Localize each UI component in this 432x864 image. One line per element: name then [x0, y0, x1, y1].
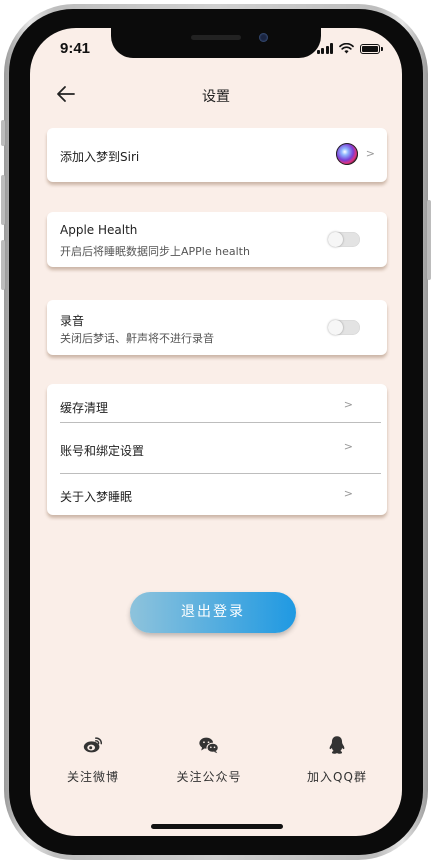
status-icons: [316, 43, 383, 54]
follow-wechat-label: 关注公众号: [176, 770, 242, 784]
join-qq-group-button[interactable]: 加入QQ群: [282, 734, 392, 785]
battery-icon: [360, 44, 383, 54]
menu-item-about[interactable]: 关于入梦睡眠 >: [47, 474, 387, 515]
volume-down-button: [1, 240, 5, 290]
join-qq-group-label: 加入QQ群: [307, 770, 367, 784]
screen: 9:41 设置 添加入梦到Siri > Apple Health 开启后将睡眠数…: [30, 28, 402, 836]
settings-menu: 缓存清理 > 账号和绑定设置 > 关于入梦睡眠 >: [47, 384, 387, 515]
recording-subtitle: 关闭后梦话、鼾声将不进行录音: [60, 332, 214, 345]
notch: [111, 28, 321, 58]
siri-row[interactable]: 添加入梦到Siri >: [47, 128, 387, 182]
recording-title: 录音: [60, 314, 85, 328]
mute-switch: [1, 120, 5, 146]
chevron-right-icon: >: [343, 487, 353, 500]
menu-item-account-binding[interactable]: 账号和绑定设置 >: [47, 423, 387, 473]
logout-button[interactable]: 退出登录: [130, 592, 296, 633]
page-title: 设置: [202, 89, 230, 105]
recording-toggle[interactable]: [328, 320, 360, 335]
follow-wechat-button[interactable]: 关注公众号: [154, 734, 264, 785]
speaker: [191, 35, 241, 40]
menu-item-label: 关于入梦睡眠: [60, 490, 133, 504]
cellular-signal-icon: [316, 43, 333, 54]
siri-row-label: 添加入梦到Siri: [60, 150, 140, 164]
follow-weibo-button[interactable]: 关注微博: [38, 734, 148, 785]
chevron-right-icon: >: [343, 440, 353, 453]
recording-row: 录音 关闭后梦话、鼾声将不进行录音: [47, 300, 387, 355]
wechat-icon: [199, 737, 219, 754]
apple-health-toggle[interactable]: [328, 232, 360, 247]
apple-health-subtitle: 开启后将睡眠数据同步上APPle health: [60, 245, 250, 258]
power-button: [427, 200, 431, 280]
wifi-icon: [339, 43, 354, 54]
status-time: 9:41: [60, 40, 91, 57]
menu-item-cache-clear[interactable]: 缓存清理 >: [47, 384, 387, 422]
front-camera: [259, 33, 268, 42]
apple-health-row: Apple Health 开启后将睡眠数据同步上APPle health: [47, 212, 387, 267]
weibo-icon: [83, 737, 102, 753]
follow-weibo-label: 关注微博: [66, 770, 119, 784]
home-indicator[interactable]: [151, 824, 283, 829]
toggle-knob: [328, 232, 343, 247]
toggle-knob: [328, 320, 343, 335]
volume-up-button: [1, 175, 5, 225]
menu-item-label: 账号和绑定设置: [60, 444, 145, 458]
chevron-right-icon: >: [365, 147, 375, 160]
menu-item-label: 缓存清理: [60, 401, 109, 415]
siri-icon: [336, 143, 358, 165]
apple-health-title: Apple Health: [60, 223, 138, 237]
qq-icon: [329, 736, 345, 754]
chevron-right-icon: >: [343, 398, 353, 411]
